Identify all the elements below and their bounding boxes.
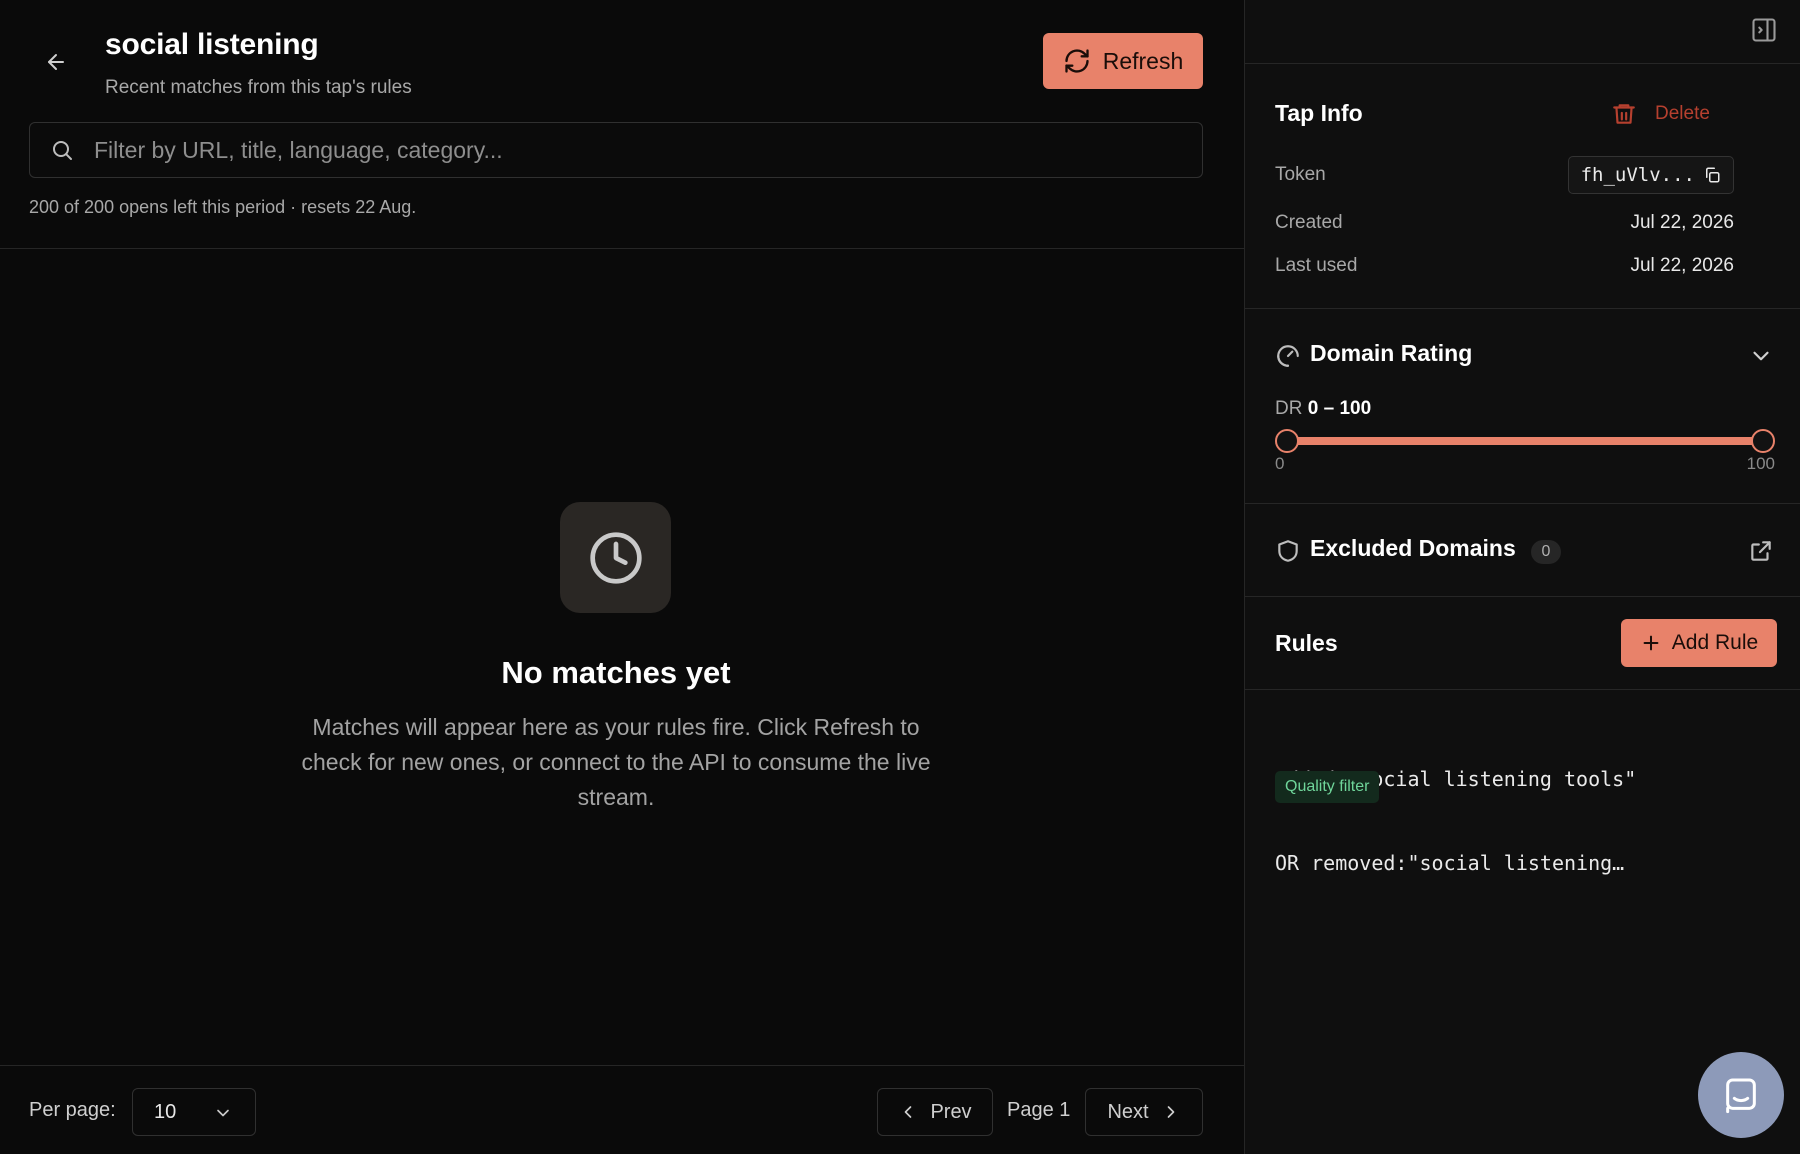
slider-tick-max: 100	[1746, 454, 1775, 473]
delete-tap-button[interactable]: Delete	[1611, 98, 1710, 130]
chat-launcher-button[interactable]	[1698, 1052, 1784, 1138]
prev-label: Prev	[930, 1100, 972, 1123]
footer-divider	[0, 1065, 1244, 1066]
per-page-select[interactable]: 10	[132, 1088, 256, 1136]
delete-label: Delete	[1655, 103, 1710, 124]
chevron-right-icon	[1167, 1106, 1174, 1118]
dr-prefix: DR	[1275, 398, 1303, 419]
sidebar-divider	[1245, 503, 1800, 504]
page-indicator: Page 1	[1007, 1099, 1071, 1121]
slider-fill	[1287, 437, 1763, 445]
copy-icon	[1706, 167, 1720, 183]
sidebar-divider	[1245, 308, 1800, 309]
slider-max-handle[interactable]	[1751, 429, 1775, 453]
dr-separator: –	[1323, 398, 1335, 419]
shield-icon	[1278, 540, 1298, 562]
domain-rating-readout: DR 0 – 100	[1275, 398, 1371, 420]
empty-state-title: No matches yet	[501, 655, 731, 690]
clock-icon	[589, 531, 642, 584]
empty-state-icon-tile	[560, 502, 671, 613]
last-used-label: Last used	[1275, 255, 1358, 276]
chevron-down-icon	[217, 1109, 229, 1117]
sidebar-divider	[1245, 689, 1800, 690]
arrow-left-icon	[48, 54, 64, 70]
gauge-icon	[1277, 345, 1299, 367]
add-rule-button[interactable]: Add Rule	[1621, 619, 1777, 667]
per-page-value: 10	[154, 1100, 177, 1123]
panel-toggle-button[interactable]	[1750, 16, 1778, 44]
tap-info-title: Tap Info	[1275, 100, 1363, 126]
per-page-label: Per page:	[29, 1099, 116, 1121]
page-subtitle: Recent matches from this tap's rules	[105, 77, 412, 98]
external-link-icon[interactable]	[1748, 538, 1774, 564]
refresh-icon	[1065, 49, 1089, 73]
search-box[interactable]	[29, 122, 1203, 178]
page-title: social listening	[105, 28, 319, 61]
chevron-down-icon[interactable]	[1748, 343, 1774, 369]
chevron-left-icon	[905, 1106, 912, 1118]
last-used-value: Jul 22, 2026	[1630, 255, 1734, 276]
panel-right-icon	[1752, 18, 1776, 42]
rules-title: Rules	[1275, 630, 1338, 656]
sidebar-divider	[1245, 63, 1800, 64]
search-input[interactable]	[94, 123, 1202, 177]
details-sidebar: Tap Info Delete Token fh_uVlv... Created…	[1244, 0, 1800, 1154]
quality-filter-badge: Quality filter	[1275, 771, 1380, 803]
token-label: Token	[1275, 164, 1326, 185]
sidebar-divider	[1245, 596, 1800, 597]
domain-rating-title: Domain Rating	[1310, 340, 1473, 366]
empty-state-description: Matches will appear here as your rules f…	[301, 714, 931, 810]
domain-rating-slider[interactable]	[1275, 429, 1775, 453]
rule-query[interactable]: added:"social listening tools" OR remove…	[1275, 709, 1775, 933]
chat-icon	[1726, 1078, 1756, 1114]
add-rule-label: Add Rule	[1671, 631, 1759, 654]
back-button[interactable]	[40, 46, 72, 78]
plus-icon	[1643, 635, 1659, 651]
excluded-domains-title: Excluded Domains	[1310, 535, 1516, 561]
main-panel: social listening Recent matches from thi…	[0, 0, 1244, 1154]
created-value: Jul 22, 2026	[1630, 212, 1734, 233]
refresh-label: Refresh	[1102, 47, 1184, 74]
slider-min-handle[interactable]	[1275, 429, 1299, 453]
next-label: Next	[1107, 1100, 1149, 1123]
token-copy-chip[interactable]: fh_uVlv...	[1567, 156, 1734, 194]
prev-page-button[interactable]: Prev	[877, 1088, 993, 1136]
created-label: Created	[1275, 212, 1343, 233]
dr-max-value: 100	[1339, 398, 1372, 419]
search-icon	[48, 136, 76, 164]
refresh-button[interactable]: Refresh	[1043, 33, 1203, 89]
excluded-domains-count: 0	[1531, 540, 1561, 564]
token-value: fh_uVlv...	[1580, 164, 1695, 186]
trash-icon	[1613, 104, 1635, 124]
next-page-button[interactable]: Next	[1085, 1088, 1203, 1136]
rule-query-line: OR removed:"social listening…	[1275, 851, 1625, 875]
dr-min-value: 0	[1307, 398, 1319, 419]
slider-tick-min: 0	[1275, 454, 1285, 473]
quota-text: 200 of 200 opens left this period · rese…	[29, 197, 417, 217]
header-divider	[0, 248, 1244, 249]
